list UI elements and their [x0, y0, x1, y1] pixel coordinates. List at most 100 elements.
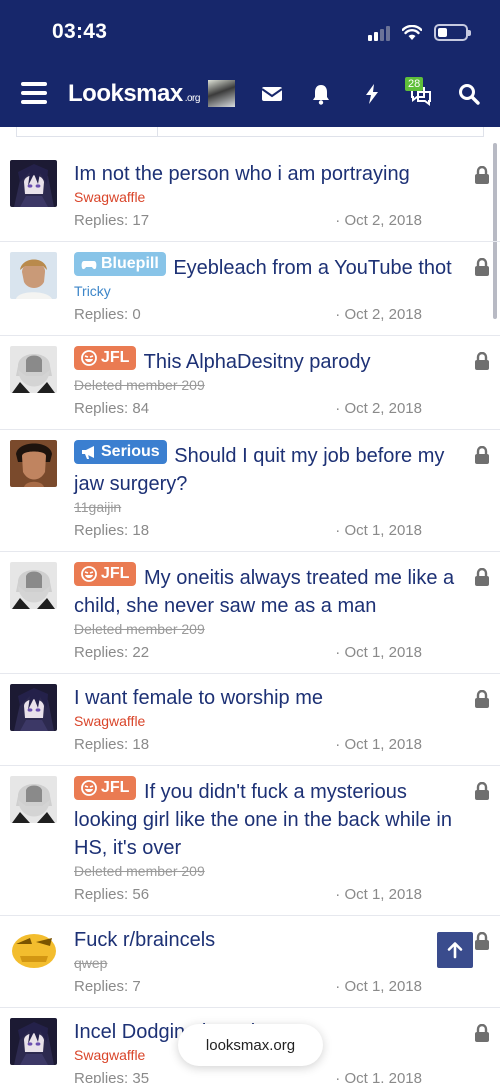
reply-count: Replies: 22: [74, 644, 150, 661]
thread-date[interactable]: · Oct 1, 2018: [335, 644, 422, 661]
thread-meta: Replies: 18 · Oct 1, 2018: [74, 736, 472, 753]
thread-prefix-badge[interactable]: Serious: [74, 440, 167, 464]
thread-title-text[interactable]: Eyebleach from a YouTube thot: [173, 257, 451, 279]
anime-avatar[interactable]: [10, 160, 57, 207]
thread-prefix-label: JFL: [101, 349, 130, 366]
thread-meta: Replies: 0 · Oct 2, 2018: [74, 306, 472, 323]
thread-title[interactable]: JFL My oneitis always treated me like a …: [74, 562, 468, 620]
thread-list: Im not the person who i am portraying Swa…: [0, 150, 500, 1083]
thread-item[interactable]: Fuck r/braincels qwep Replies: 7 · Oct 1, 2…: [0, 916, 500, 1008]
thread-item[interactable]: JFL If you didn't fuck a mysterious look…: [0, 766, 500, 916]
site-logo[interactable]: Looksmax .org: [68, 80, 200, 108]
thread-author[interactable]: qwep: [74, 954, 472, 973]
thread-title[interactable]: Fuck r/braincels: [74, 926, 468, 954]
thread-date[interactable]: · Oct 1, 2018: [335, 1070, 422, 1083]
marx-avatar[interactable]: [10, 562, 57, 609]
thread-date[interactable]: · Oct 1, 2018: [335, 522, 422, 539]
thread-item[interactable]: Im not the person who i am portraying Swa…: [0, 150, 500, 242]
thread-date[interactable]: · Oct 2, 2018: [335, 306, 422, 323]
thread-date[interactable]: · Oct 2, 2018: [335, 400, 422, 417]
thread-meta: Replies: 56 · Oct 1, 2018: [74, 886, 472, 903]
thread-meta: Replies: 17 · Oct 2, 2018: [74, 212, 472, 229]
reply-count: Replies: 18: [74, 522, 150, 539]
laugh-emoji-icon: [81, 566, 97, 582]
anime-avatar[interactable]: [10, 1018, 57, 1065]
thread-title[interactable]: Serious Should I quit my job before my j…: [74, 440, 468, 498]
thread-prefix-badge[interactable]: JFL: [74, 776, 137, 800]
lock-icon: [474, 567, 490, 586]
megaphone-icon: [82, 446, 94, 459]
status-time: 03:43: [52, 20, 108, 43]
thread-author[interactable]: Deleted member 209: [74, 620, 472, 639]
wifi-icon: [402, 24, 422, 40]
reply-count: Replies: 56: [74, 886, 150, 903]
search-icon[interactable]: [457, 82, 481, 106]
thread-item[interactable]: I want female to worship me Swagwaffle Rep…: [0, 674, 500, 766]
thread-meta: Replies: 35 · Oct 1, 2018: [74, 1070, 472, 1083]
thread-title[interactable]: JFL If you didn't fuck a mysterious look…: [74, 776, 468, 862]
thread-item[interactable]: Bluepill Eyebleach from a YouTube thot Tr…: [0, 242, 500, 336]
thread-prefix-label: JFL: [101, 779, 130, 796]
reply-count: Replies: 7: [74, 978, 141, 995]
thread-title-text[interactable]: Fuck r/braincels: [74, 929, 215, 951]
lock-icon: [474, 351, 490, 370]
thread-date[interactable]: · Oct 1, 2018: [335, 886, 422, 903]
menu-icon[interactable]: [21, 82, 47, 104]
status-icons: [368, 24, 471, 41]
emoji-avatar[interactable]: [10, 926, 57, 973]
thread-author[interactable]: Tricky: [74, 282, 472, 301]
thread-title[interactable]: JFL This AlphaDesitny parody: [74, 346, 468, 376]
thread-title-text[interactable]: This AlphaDesitny parody: [144, 351, 371, 373]
thread-prefix-badge[interactable]: JFL: [74, 562, 137, 586]
thread-title-text[interactable]: Im not the person who i am portraying: [74, 163, 410, 185]
thread-prefix-label: Bluepill: [101, 255, 159, 272]
app-header: 03:43 Looksmax .org 28: [0, 0, 500, 127]
thread-author[interactable]: Deleted member 209: [74, 862, 472, 881]
thread-author[interactable]: Swagwaffle: [74, 712, 472, 731]
logo-suffix: .org: [184, 93, 201, 104]
thread-date[interactable]: · Oct 1, 2018: [335, 736, 422, 753]
thread-date[interactable]: · Oct 1, 2018: [335, 978, 422, 995]
lock-icon: [474, 165, 490, 184]
bell-icon[interactable]: [309, 82, 333, 106]
user-avatar[interactable]: [208, 80, 235, 107]
thread-meta: Replies: 7 · Oct 1, 2018: [74, 978, 472, 995]
thread-title[interactable]: I want female to worship me: [74, 684, 468, 712]
reply-count: Replies: 35: [74, 1070, 150, 1083]
thread-item[interactable]: JFL This AlphaDesitny parody Deleted memb…: [0, 336, 500, 430]
lock-icon: [474, 781, 490, 800]
thread-prefix-badge[interactable]: JFL: [74, 346, 137, 370]
thread-item[interactable]: Serious Should I quit my job before my j…: [0, 430, 500, 552]
thread-date[interactable]: · Oct 2, 2018: [335, 212, 422, 229]
thread-prefix-label: Serious: [101, 443, 160, 460]
lock-icon: [474, 689, 490, 708]
anime-avatar[interactable]: [10, 684, 57, 731]
thread-title[interactable]: Bluepill Eyebleach from a YouTube thot: [74, 252, 468, 282]
marx-avatar[interactable]: [10, 346, 57, 393]
scroll-to-top-button[interactable]: [437, 932, 473, 968]
thread-author[interactable]: 11gaijin: [74, 498, 472, 517]
thread-prefix-badge[interactable]: Bluepill: [74, 252, 166, 276]
photo-avatar[interactable]: [10, 252, 57, 299]
marx-avatar[interactable]: [10, 776, 57, 823]
thread-title[interactable]: Im not the person who i am portraying: [74, 160, 468, 188]
lightning-icon[interactable]: [360, 82, 384, 106]
envelope-icon[interactable]: [260, 82, 284, 106]
reply-count: Replies: 0: [74, 306, 141, 323]
laugh-emoji-icon: [81, 780, 97, 796]
lock-icon: [474, 445, 490, 464]
thread-item[interactable]: JFL My oneitis always treated me like a …: [0, 552, 500, 674]
top-nav: Looksmax .org 28: [0, 72, 500, 116]
face-avatar[interactable]: [10, 440, 57, 487]
lock-icon: [474, 1023, 490, 1042]
lock-icon: [474, 257, 490, 276]
tab-strip: [16, 127, 484, 137]
thread-title-text[interactable]: I want female to worship me: [74, 687, 323, 709]
reply-count: Replies: 17: [74, 212, 150, 229]
thread-author[interactable]: Deleted member 209: [74, 376, 472, 395]
arrow-up-icon: [447, 942, 463, 959]
browser-url-pill[interactable]: looksmax.org: [178, 1024, 323, 1066]
lock-icon: [474, 931, 490, 950]
thread-author[interactable]: Swagwaffle: [74, 188, 472, 207]
laugh-emoji-icon: [81, 350, 97, 366]
